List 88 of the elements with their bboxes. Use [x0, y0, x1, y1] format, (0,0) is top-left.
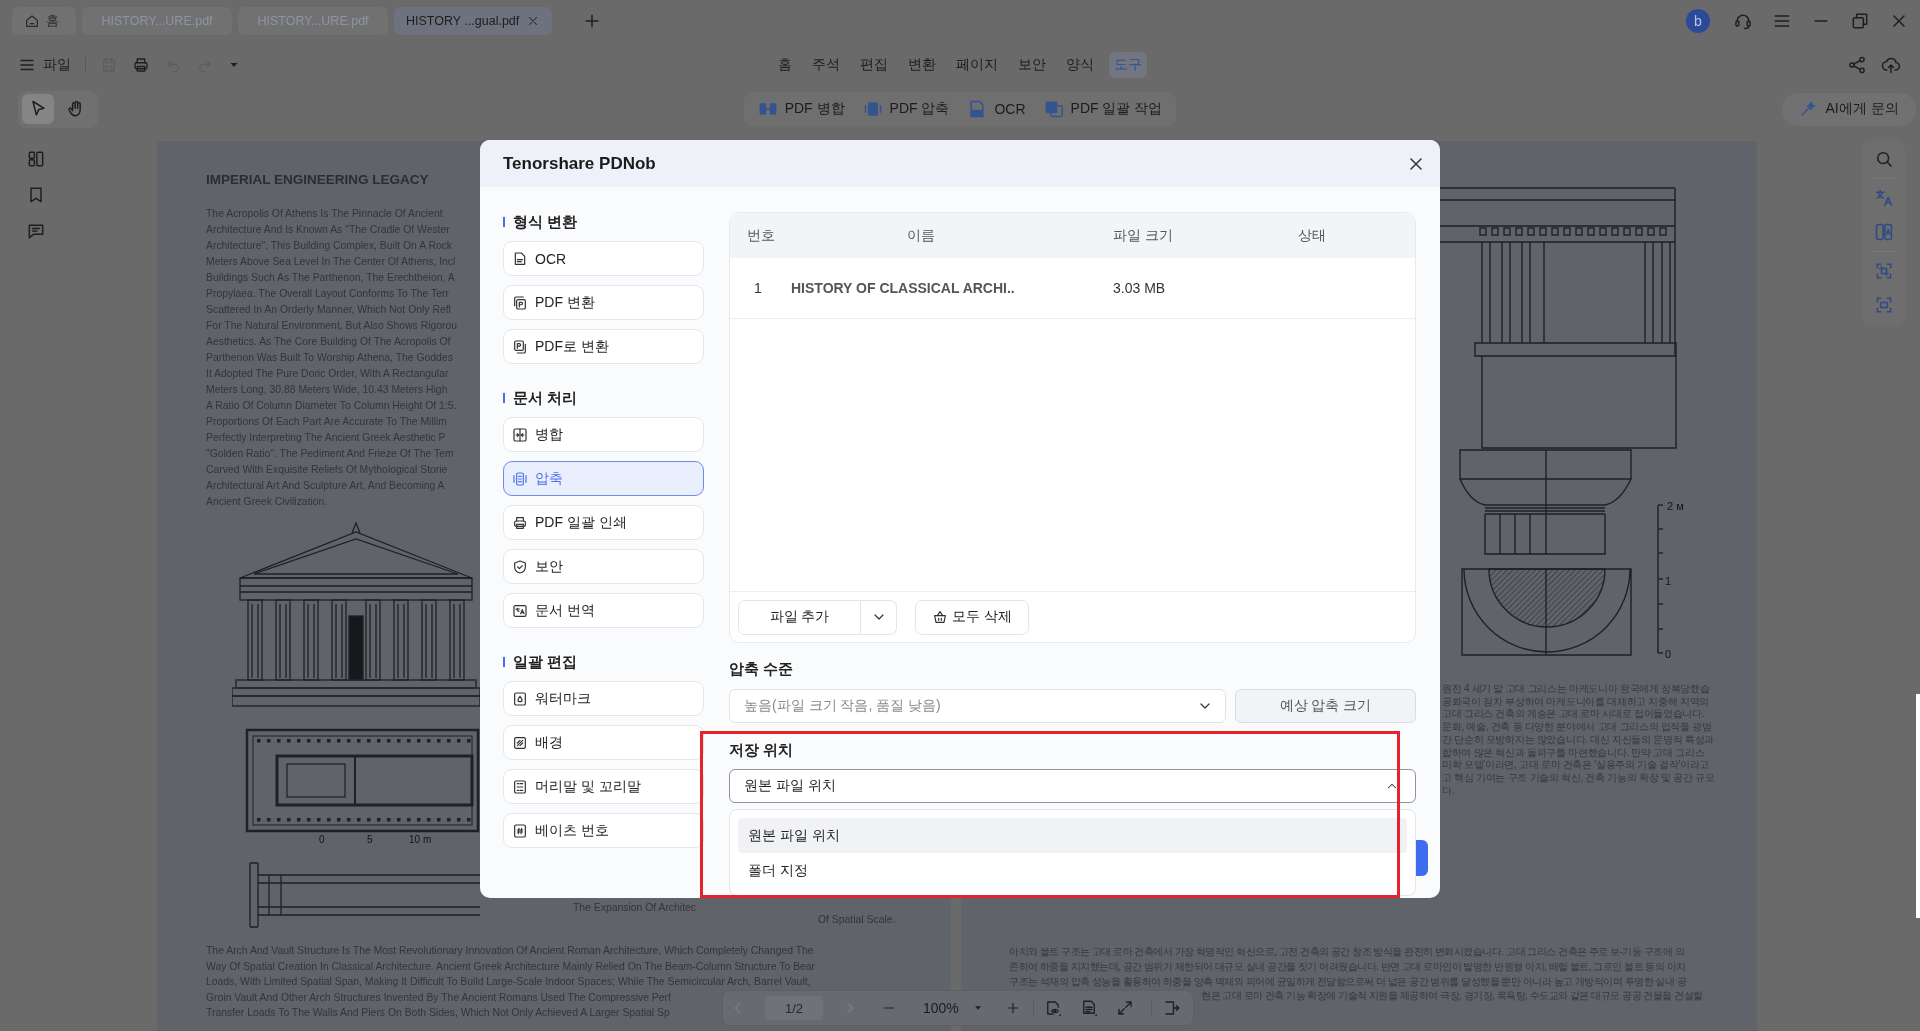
scale-label: 1: [1665, 575, 1672, 587]
dropdown-button[interactable]: [861, 599, 897, 635]
nav-item[interactable]: PDF 변환: [503, 285, 704, 320]
scale-label: 2 м: [1667, 500, 1684, 512]
nav-item[interactable]: 베이츠 번호: [503, 813, 704, 848]
tab[interactable]: 홈: [12, 7, 76, 35]
zoom-level[interactable]: 100%: [923, 1000, 959, 1016]
column-header: 번호: [746, 226, 776, 245]
column-header: 상태: [1297, 226, 1327, 245]
droplet-document-icon: [512, 690, 528, 707]
field-label: 저장 위치: [729, 741, 795, 759]
page-number-field[interactable]: 1/2: [765, 996, 823, 1020]
printer-icon[interactable]: [132, 56, 150, 74]
pointer-tool-button[interactable]: [22, 94, 54, 124]
nav-item[interactable]: 병합: [503, 417, 704, 452]
section-heading: 형식 변환: [513, 212, 578, 232]
letter-p-pages-icon: [512, 338, 528, 355]
table-cell-text: 3.03 MB: [1112, 280, 1167, 296]
home-icon: [24, 13, 40, 29]
table-cell-text: 1: [753, 280, 763, 296]
menu-tab[interactable]: 페이지: [951, 52, 1003, 78]
cloud-upload-icon[interactable]: [1881, 55, 1901, 75]
menu-tab[interactable]: 편집: [855, 52, 893, 78]
magic-wand-icon: [1799, 100, 1818, 118]
menu-tab[interactable]: 보안: [1013, 52, 1051, 78]
compressed-page-icon: [512, 470, 528, 487]
exit-icon[interactable]: [1162, 999, 1181, 1017]
scale-label: 0: [319, 834, 325, 846]
section-heading: 문서 처리: [513, 388, 578, 408]
compressed-page-icon: [862, 99, 883, 119]
nav-item[interactable]: 문서 번역: [503, 593, 704, 628]
tab[interactable]: HISTORY ...gual.pdf: [394, 7, 553, 35]
estimate-size-button[interactable]: 예상 압축 크기: [1235, 689, 1416, 723]
nav-item[interactable]: 보안: [503, 549, 704, 584]
section-marker-icon: [503, 657, 505, 667]
dialog-title: Tenorshare PDNob: [503, 153, 656, 174]
nav-item[interactable]: OCR: [503, 241, 704, 276]
dropdown-option[interactable]: 원본 파일 위치: [738, 818, 1407, 853]
hatched-square-icon: [512, 734, 528, 751]
inward-arrows-icon: [512, 426, 528, 443]
add-file-button[interactable]: 파일 추가: [738, 599, 861, 635]
translate-icon: [512, 602, 528, 619]
menu-tab[interactable]: 주석: [807, 52, 845, 78]
scale-label: 0: [1665, 648, 1672, 660]
avatar[interactable]: b: [1686, 9, 1710, 33]
column-header: 파일 크기: [1112, 226, 1174, 245]
translate-icon[interactable]: [1873, 188, 1894, 208]
document-icon: [512, 250, 528, 267]
document-lines-icon: [512, 778, 528, 795]
column-header: 이름: [906, 226, 936, 245]
scrollbar-thumb[interactable]: [1916, 694, 1920, 918]
stacked-pages-icon: [1043, 99, 1064, 119]
menu-tab[interactable]: 홈: [773, 52, 797, 78]
scale-label: 10 m: [409, 834, 432, 846]
menu-tab[interactable]: 양식: [1061, 52, 1099, 78]
section-marker-icon: [503, 217, 505, 227]
file-menu-button[interactable]: 파일: [18, 56, 71, 74]
tool-button[interactable]: PDF 압축: [858, 99, 954, 119]
scale-label: 5: [367, 834, 373, 846]
nav-item[interactable]: PDF로 변환: [503, 329, 704, 364]
delete-all-button[interactable]: 모두 삭제: [915, 599, 1029, 635]
section-marker-icon: [503, 393, 505, 403]
nav-item[interactable]: 머리말 및 꼬리말: [503, 769, 704, 804]
nav-item[interactable]: PDF 일괄 인쇄: [503, 505, 704, 540]
nav-item[interactable]: 압축: [503, 461, 704, 496]
tool-button[interactable]: OCR: [963, 99, 1030, 119]
restore-icon[interactable]: [1850, 11, 1870, 31]
file-name-cell-text: HISTORY OF CLASSICAL ARCHI..: [791, 280, 1016, 296]
shield-check-icon: [512, 558, 528, 575]
button-edge[interactable]: [1416, 840, 1428, 876]
field-label: 압축 수준: [729, 660, 795, 678]
share-icon[interactable]: [1847, 55, 1867, 75]
split-panels-icon[interactable]: [1873, 222, 1894, 242]
nav-item[interactable]: 배경: [503, 725, 704, 760]
expand-icon[interactable]: [1115, 999, 1134, 1017]
nav-item[interactable]: 워터마크: [503, 681, 704, 716]
tool-button[interactable]: PDF 일괄 작업: [1039, 99, 1167, 119]
basket-icon: [932, 609, 949, 625]
ask-ai-button[interactable]: AI에게 문의: [1782, 92, 1916, 126]
menu-tab[interactable]: 변환: [903, 52, 941, 78]
tool-button[interactable]: PDF 병합: [753, 99, 849, 119]
dropdown-option[interactable]: 폴더 지정: [738, 853, 1407, 888]
save-location-select[interactable]: 원본 파일 위치: [729, 769, 1416, 803]
letter-p-pages-icon: [512, 294, 528, 311]
compression-select[interactable]: 높음(파일 크기 작음, 품질 낮음): [729, 689, 1226, 723]
printer-icon: [512, 514, 528, 531]
hash-document-icon: [512, 822, 528, 839]
section-heading: 일괄 편집: [513, 652, 578, 672]
